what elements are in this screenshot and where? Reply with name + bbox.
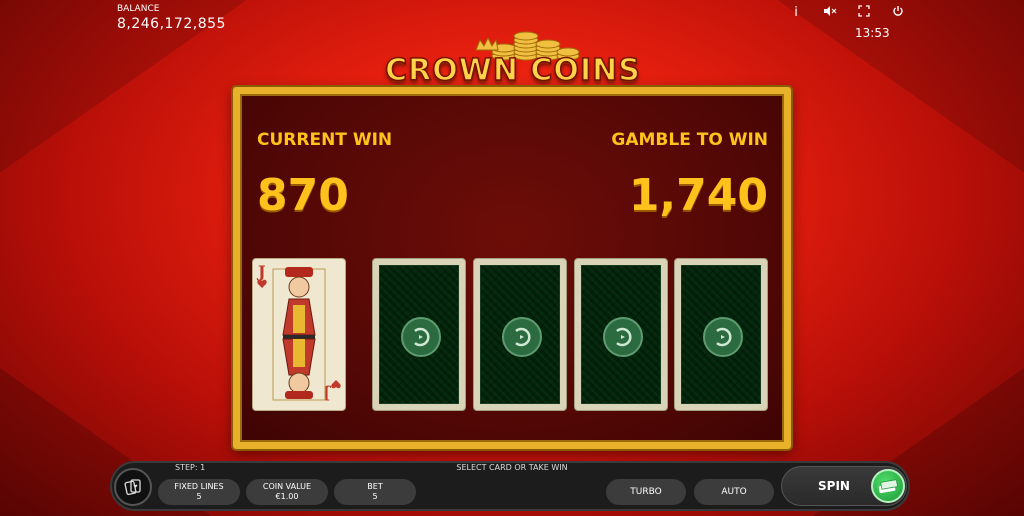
card-back-logo-icon	[502, 316, 542, 357]
coin-value-selector[interactable]: COIN VALUE €1.00	[246, 479, 328, 505]
card-back-logo-icon	[703, 316, 743, 357]
mute-icon[interactable]	[822, 5, 838, 21]
clock: 13:53	[855, 26, 890, 40]
fixed-lines-label: FIXED LINES	[174, 482, 224, 491]
spin-label: SPIN	[818, 479, 850, 493]
face-down-card-1[interactable]	[372, 258, 466, 411]
auto-button[interactable]: AUTO	[694, 479, 774, 505]
svg-text:J: J	[256, 262, 266, 281]
turbo-button[interactable]: TURBO	[606, 479, 686, 505]
current-win-label: CURRENT WIN	[257, 130, 393, 150]
cards-icon	[124, 479, 141, 496]
logo-text: CROWN COINS	[384, 52, 641, 89]
bet-label: BET	[367, 482, 383, 491]
power-icon[interactable]	[890, 5, 906, 21]
bet-value: 5	[372, 492, 378, 501]
take-win-button[interactable]	[871, 469, 905, 503]
current-win-value: 870	[257, 170, 349, 221]
auto-label: AUTO	[721, 487, 747, 497]
turbo-label: TURBO	[630, 487, 662, 497]
gamble-to-win-value: 1,740	[628, 170, 768, 221]
fixed-lines-display: FIXED LINES 5	[158, 479, 240, 505]
face-down-card-3[interactable]	[574, 258, 668, 411]
jack-of-hearts-icon: J J	[256, 262, 341, 404]
cash-stack-icon	[878, 479, 898, 494]
svg-text:J: J	[322, 385, 332, 404]
card-back-logo-icon	[401, 316, 441, 357]
fixed-lines-value: 5	[196, 492, 202, 501]
balance-label: BALANCE	[117, 4, 160, 14]
dealer-card: J J	[252, 258, 346, 411]
bet-selector[interactable]: BET 5	[334, 479, 416, 505]
fullscreen-icon[interactable]	[856, 5, 872, 21]
gamble-to-win-label: GAMBLE TO WIN	[611, 130, 768, 150]
info-icon[interactable]: i	[788, 5, 804, 21]
coin-value-label: COIN VALUE	[262, 482, 312, 491]
face-down-card-2[interactable]	[473, 258, 567, 411]
card-back-logo-icon	[603, 316, 643, 357]
game-logo: CROWN COINS	[378, 28, 648, 90]
face-down-card-4[interactable]	[674, 258, 768, 411]
coin-value-value: €1.00	[275, 492, 299, 501]
balance-value: 8,246,172,855	[117, 16, 226, 32]
gamble-cards-button[interactable]	[114, 468, 152, 506]
header-icons: i	[788, 5, 906, 21]
